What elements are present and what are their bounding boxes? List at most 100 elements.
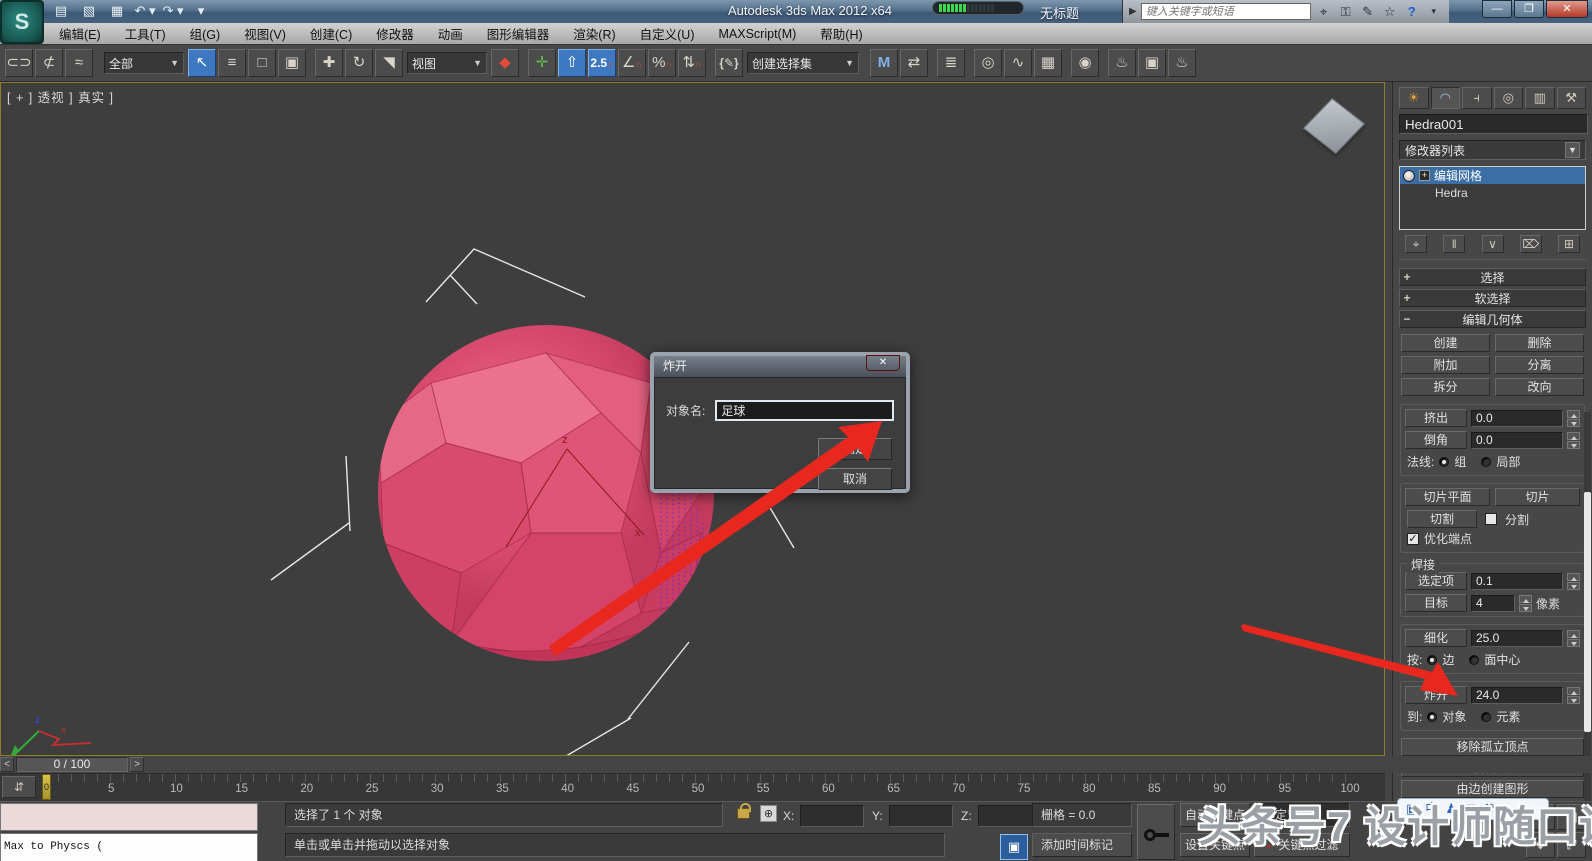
expand-icon[interactable]: +: [1419, 170, 1430, 181]
stack-item-hedra[interactable]: Hedra: [1400, 184, 1585, 201]
current-frame-marker[interactable]: 0: [42, 774, 51, 800]
maximize-viewport-icon[interactable]: ⤢: [1557, 832, 1586, 858]
prev-frame-button[interactable]: <: [0, 757, 14, 772]
normals-group-radio[interactable]: [1439, 456, 1450, 467]
create-shape-from-edges-button[interactable]: 由边创建图形: [1401, 780, 1584, 798]
rollout-soft-selection[interactable]: + 软选择: [1399, 289, 1586, 307]
menu-item[interactable]: 视图(V): [233, 22, 297, 45]
redo-icon[interactable]: ↷ ▾: [162, 2, 184, 20]
select-and-link-icon[interactable]: ⊂⊃: [5, 49, 33, 77]
key-filters-button[interactable]: ✓关键点过滤器...: [1254, 833, 1350, 861]
percent-snap-icon[interactable]: %∩: [648, 49, 676, 77]
cut-button[interactable]: 切割: [1407, 510, 1477, 528]
auto-key-button[interactable]: 自动关键点: [1180, 803, 1250, 827]
remove-isolated-vertices-button[interactable]: 移除孤立顶点: [1401, 738, 1584, 756]
snap-toggle-25-icon[interactable]: 2.5∩: [588, 49, 616, 77]
selection-filter-dropdown[interactable]: 全部 ▼: [104, 52, 184, 74]
search-input[interactable]: [1140, 3, 1311, 20]
minimize-button[interactable]: —: [1482, 0, 1512, 18]
menu-item[interactable]: MAXScript(M): [708, 25, 808, 43]
configure-modifier-sets-icon[interactable]: ⊞: [1558, 235, 1580, 253]
key-filter-dropdown[interactable]: 选定对象 ▼: [1254, 803, 1350, 827]
menu-item[interactable]: 自定义(U): [629, 22, 706, 45]
pan-icon[interactable]: ✥: [1526, 832, 1555, 858]
dropdown-caret-icon[interactable]: ▼: [1565, 142, 1580, 158]
show-end-result-icon[interactable]: ‖: [1443, 235, 1466, 253]
edit-named-selections-icon[interactable]: {✎}: [715, 49, 743, 77]
by-edge-radio[interactable]: [1427, 654, 1438, 665]
maxscript-mini-listener[interactable]: Max to Physcs (: [0, 833, 258, 861]
attach-button[interactable]: 附加: [1401, 356, 1490, 374]
float-icon-5[interactable]: ⚒: [1483, 799, 1495, 819]
keyboard-override-icon[interactable]: ⇧: [558, 49, 586, 77]
object-name-field[interactable]: [1399, 114, 1588, 134]
mirror-icon[interactable]: M: [870, 49, 898, 77]
dialog-close-button[interactable]: ✕: [866, 355, 900, 371]
open-file-icon[interactable]: ▧: [78, 2, 100, 20]
slice-plane-button[interactable]: 切片平面: [1405, 488, 1490, 506]
refine-ends-checkbox[interactable]: ✓: [1407, 532, 1419, 545]
select-object-icon[interactable]: ↖: [188, 49, 216, 77]
track-bar[interactable]: 0 5 10 15 20 25 30 35 40 45 50 55 60 65 70 75 80 85 90 95 10…: [0, 773, 1385, 801]
menu-item[interactable]: 动画: [427, 22, 474, 45]
weld-target-spinner[interactable]: [1519, 594, 1532, 612]
material-editor-icon[interactable]: ◉: [1071, 49, 1099, 77]
ok-button[interactable]: 确定: [818, 438, 892, 460]
tab-motion-icon[interactable]: ◎: [1493, 87, 1523, 109]
create-button[interactable]: 创建: [1401, 334, 1490, 352]
rendered-frame-window-icon[interactable]: ▣: [1138, 49, 1166, 77]
save-file-icon[interactable]: ▦: [106, 2, 128, 20]
dialog-title-bar[interactable]: 炸开 ✕: [654, 355, 906, 378]
menu-item[interactable]: 创建(C): [299, 22, 363, 45]
time-slider[interactable]: 0 / 100: [16, 757, 128, 772]
menu-item[interactable]: 组(G): [179, 22, 232, 45]
to-object-radio[interactable]: [1427, 711, 1438, 722]
normals-local-radio[interactable]: [1481, 456, 1492, 467]
divide-button[interactable]: 拆分: [1401, 378, 1490, 396]
use-pivot-center-icon[interactable]: ◆: [491, 49, 519, 77]
pin-stack-icon[interactable]: ⌖: [1405, 235, 1427, 253]
tab-utilities-icon[interactable]: ⚒: [1556, 87, 1586, 109]
unlink-selection-icon[interactable]: ⊄: [35, 49, 63, 77]
viewport-label[interactable]: [ + ] 透视 ] 真实 ]: [7, 87, 114, 106]
menu-item[interactable]: 修改器: [365, 22, 425, 45]
tessellate-value[interactable]: 25.0: [1471, 629, 1563, 647]
float-icon-1[interactable]: ▣: [1406, 799, 1418, 819]
mini-curve-editor-button[interactable]: ⇵: [2, 776, 36, 798]
bevel-value-field[interactable]: 0.0: [1471, 431, 1563, 449]
menu-item[interactable]: 工具(T): [114, 22, 177, 45]
modifier-list-dropdown[interactable]: 修改器列表 ▼: [1399, 140, 1586, 160]
restore-button[interactable]: ❐: [1514, 0, 1544, 18]
select-by-name-icon[interactable]: ≡: [218, 49, 246, 77]
weld-target-value[interactable]: 4: [1471, 594, 1515, 612]
absolute-mode-icon[interactable]: ⊕: [760, 805, 777, 822]
detach-button[interactable]: 分离: [1495, 356, 1584, 374]
render-setup-icon[interactable]: ♨: [1108, 49, 1136, 77]
select-and-move-icon[interactable]: ✚: [315, 49, 343, 77]
isolate-selection-icon[interactable]: ▣: [1000, 834, 1028, 860]
tab-display-icon[interactable]: ▥: [1525, 87, 1555, 109]
schematic-view-icon[interactable]: ▦: [1034, 49, 1062, 77]
object-name-input[interactable]: [715, 400, 894, 421]
scrollbar-thumb[interactable]: [1584, 492, 1591, 732]
bevel-spinner[interactable]: [1567, 431, 1580, 449]
turn-button[interactable]: 改向: [1495, 378, 1584, 396]
infocenter-expand-icon[interactable]: ▶: [1129, 6, 1137, 17]
application-menu-button[interactable]: S: [0, 0, 44, 44]
tessellate-spinner[interactable]: [1567, 629, 1580, 647]
menu-item[interactable]: 编辑(E): [48, 22, 112, 45]
float-icon-3[interactable]: ♟: [1445, 799, 1457, 819]
reference-coordinate-dropdown[interactable]: 视图 ▼: [407, 52, 487, 74]
zoom-all-icon[interactable]: ▦: [1557, 804, 1586, 830]
select-and-manipulate-icon[interactable]: ✛: [528, 49, 556, 77]
close-button[interactable]: ✕: [1546, 0, 1588, 18]
menu-item[interactable]: 渲染(R): [562, 22, 626, 45]
extrude-spinner[interactable]: [1567, 409, 1580, 427]
new-file-icon[interactable]: ▤: [50, 2, 72, 20]
select-and-rotate-icon[interactable]: ↻: [345, 49, 373, 77]
to-element-radio[interactable]: [1481, 711, 1492, 722]
add-time-tag-button[interactable]: 添加时间标记: [1032, 833, 1132, 857]
search-icon[interactable]: ⌖: [1315, 4, 1333, 20]
tab-hierarchy-icon[interactable]: ⫞: [1462, 87, 1492, 109]
subscription-key-icon[interactable]: ⚿: [1337, 4, 1355, 20]
